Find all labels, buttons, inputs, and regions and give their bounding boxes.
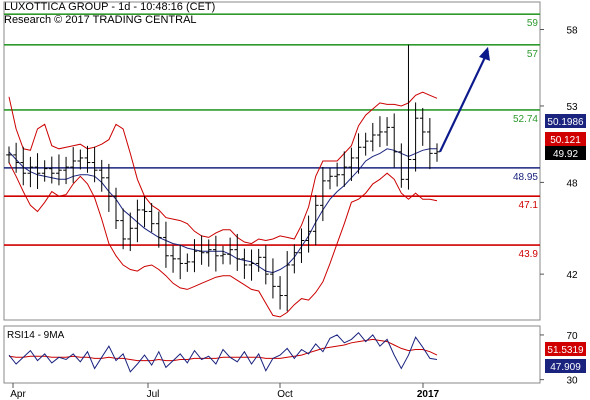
rsi-tick-label: 30 [566,376,578,387]
rsi-badge-label: 51.5319 [547,345,584,356]
chart-title: LUXOTTICA GROUP - 1d - 10:48:16 (CET) [4,1,216,13]
level-label: 43.9 [519,249,539,260]
price-tick-label: 48 [566,178,578,189]
research-credit: Research © 2017 TRADING CENTRAL [4,14,197,26]
level-label: 48.95 [513,172,538,183]
x-tick-label: Apr [10,389,26,400]
x-tick-label: Jul [147,389,160,400]
x-tick-label: Oct [277,389,293,400]
price-badge-label: 50.121 [550,135,581,146]
price-badge-label: 50.1986 [547,117,584,128]
rsi-frame [3,325,541,384]
price-tick-label: 58 [566,26,578,37]
price-badge-label: 49.92 [553,149,578,160]
rsi-badge-label: 47.909 [550,362,581,373]
level-label: 59 [527,18,539,29]
rsi-tick-label: 70 [566,331,578,342]
price-tick-label: 53 [566,102,578,113]
level-label: 52.74 [513,114,538,125]
price-tick-label: 42 [566,270,578,281]
x-tick-label: 2017 [417,389,440,400]
price-panel: 59 57 52.74 48.95 47.1 43.9 [3,1,541,321]
rsi-title: RSI14 - 9MA [7,330,65,341]
chart-canvas: 59 57 52.74 48.95 47.1 43.9 RSI14 - 9MA 58 53 4… [3,1,586,400]
level-label: 57 [527,49,539,60]
level-label: 47.1 [519,200,539,211]
rsi-panel: RSI14 - 9MA [3,325,541,384]
